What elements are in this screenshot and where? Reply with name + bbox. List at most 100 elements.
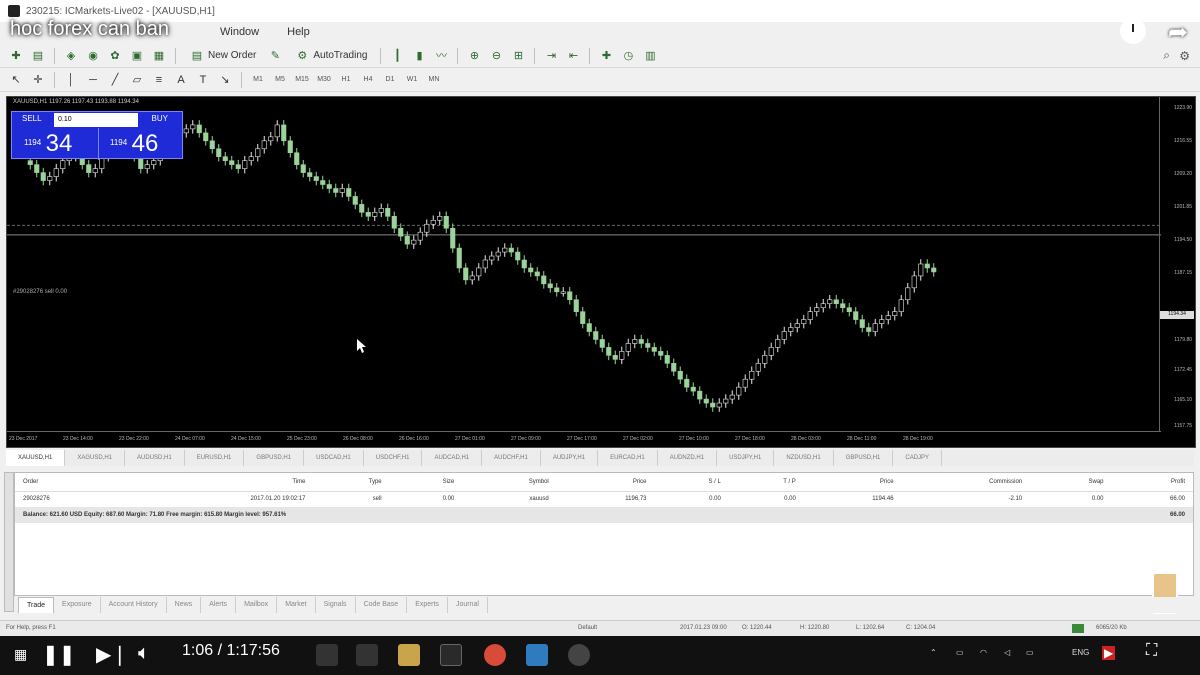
- arrows-icon[interactable]: ↘: [217, 72, 233, 88]
- chart-tab[interactable]: USDCHF,H1: [364, 450, 423, 466]
- column-header[interactable]: Size: [389, 473, 463, 492]
- chart-tab[interactable]: AUDCHF,H1: [482, 450, 541, 466]
- fullscreen-icon[interactable]: ⛶: [1146, 642, 1157, 660]
- chart-shift-icon[interactable]: ⇥: [543, 48, 559, 64]
- period-m30-button[interactable]: M30: [316, 72, 332, 88]
- data-window-icon[interactable]: ◉: [85, 48, 101, 64]
- tray-sound-icon[interactable]: ◁: [1004, 648, 1010, 657]
- profiles-icon[interactable]: ▤: [30, 48, 46, 64]
- watch-later-icon[interactable]: [1120, 18, 1146, 44]
- file-explorer-icon[interactable]: [398, 644, 420, 666]
- tile-windows-icon[interactable]: ⊞: [510, 48, 526, 64]
- tab-experts[interactable]: Experts: [407, 597, 448, 613]
- crosshair-icon[interactable]: ✛: [30, 72, 46, 88]
- tab-market[interactable]: Market: [277, 597, 316, 613]
- text-icon[interactable]: A: [173, 72, 189, 88]
- column-header[interactable]: Price: [803, 473, 902, 492]
- column-header[interactable]: T / P: [728, 473, 804, 492]
- tab-alerts[interactable]: Alerts: [201, 597, 237, 613]
- sell-button[interactable]: 1194 34: [24, 130, 72, 158]
- tab-trade[interactable]: Trade: [18, 597, 55, 613]
- period-m5-button[interactable]: M5: [272, 72, 288, 88]
- chart-tab[interactable]: GBPUSD,H1: [244, 450, 305, 466]
- navigator-icon[interactable]: ✿: [107, 48, 123, 64]
- market-watch-icon[interactable]: ◈: [63, 48, 79, 64]
- period-m15-button[interactable]: M15: [294, 72, 310, 88]
- vertical-line-icon[interactable]: │: [63, 72, 79, 88]
- column-header[interactable]: Symbol: [462, 473, 557, 492]
- pause-icon[interactable]: ❚❚: [42, 642, 76, 667]
- mic-icon[interactable]: [316, 644, 338, 666]
- horizontal-line-icon[interactable]: ─: [85, 72, 101, 88]
- chart-tab[interactable]: NZDUSD,H1: [774, 450, 834, 466]
- chart-tab[interactable]: XAGUSD,H1: [65, 450, 126, 466]
- tray-chevron-icon[interactable]: ⌃: [930, 648, 937, 657]
- order-line-label[interactable]: #29028276 sell 0.00: [13, 289, 67, 295]
- youtube-icon[interactable]: ▶: [1102, 646, 1116, 660]
- chart-tab-xauusd[interactable]: XAUUSD,H1: [6, 450, 66, 466]
- chart-tab[interactable]: AUDCAD,H1: [422, 450, 483, 466]
- price-scale[interactable]: 1223.90 1216.55 1209.20 1201.85 1194.50 …: [1159, 97, 1195, 431]
- chart-tab[interactable]: EURUSD,H1: [185, 450, 245, 466]
- meta-editor-icon[interactable]: ✎: [267, 48, 283, 64]
- browser-icon[interactable]: [568, 644, 590, 666]
- indicators-icon[interactable]: ✚: [598, 48, 614, 64]
- cursor-icon[interactable]: ↖: [8, 72, 24, 88]
- auto-scroll-icon[interactable]: ⇤: [565, 48, 581, 64]
- periods-icon[interactable]: ◷: [620, 48, 636, 64]
- chart-tab[interactable]: USDCAD,H1: [304, 450, 364, 466]
- column-header[interactable]: Order: [15, 473, 128, 492]
- label-icon[interactable]: T: [195, 72, 211, 88]
- tray-language[interactable]: ENG: [1072, 648, 1089, 657]
- chart-tab[interactable]: CADJPY: [893, 450, 943, 466]
- volume-icon[interactable]: 🔈︎: [138, 642, 150, 665]
- period-w1-button[interactable]: W1: [404, 72, 420, 88]
- strategy-tester-icon[interactable]: ▦: [151, 48, 167, 64]
- chart-tab[interactable]: AUDUSD,H1: [125, 450, 185, 466]
- price-chart[interactable]: XAUUSD,H1 1197.26 1197.43 1193.88 1194.3…: [6, 96, 1196, 448]
- tab-code-base[interactable]: Code Base: [356, 597, 408, 613]
- tab-signals[interactable]: Signals: [316, 597, 356, 613]
- column-header[interactable]: Profit: [1111, 473, 1193, 492]
- candlesticks-icon[interactable]: ▮: [411, 48, 427, 64]
- column-header[interactable]: S / L: [654, 473, 729, 492]
- zoom-out-icon[interactable]: ⊖: [488, 48, 504, 64]
- menu-window[interactable]: Window: [220, 26, 259, 38]
- column-header[interactable]: Price: [556, 473, 655, 492]
- new-order-button[interactable]: ▤ New Order: [184, 47, 261, 65]
- period-h4-button[interactable]: H4: [360, 72, 376, 88]
- tray-wifi-icon[interactable]: ◠: [980, 648, 987, 657]
- zoom-in-icon[interactable]: ⊕: [466, 48, 482, 64]
- lot-size-input[interactable]: 0.10: [54, 113, 138, 127]
- tray-battery-icon[interactable]: ▭: [1026, 648, 1034, 657]
- period-m1-button[interactable]: M1: [250, 72, 266, 88]
- chart-tab[interactable]: GBPUSD,H1: [834, 450, 894, 466]
- channel-icon[interactable]: ▱: [129, 72, 145, 88]
- period-d1-button[interactable]: D1: [382, 72, 398, 88]
- next-icon[interactable]: ▶❘: [96, 642, 128, 667]
- column-header[interactable]: Type: [313, 473, 390, 492]
- chrome-icon[interactable]: [484, 644, 506, 666]
- table-row[interactable]: 29028276 2017.01.20 19:02:17 sell 0.00 x…: [15, 491, 1193, 507]
- menu-help[interactable]: Help: [287, 26, 310, 38]
- period-h1-button[interactable]: H1: [338, 72, 354, 88]
- metatrader-icon[interactable]: [440, 644, 462, 666]
- tab-exposure[interactable]: Exposure: [54, 597, 101, 613]
- start-icon[interactable]: ▦: [14, 646, 27, 663]
- settings-icon[interactable]: ⚙: [1179, 49, 1190, 63]
- column-header[interactable]: Swap: [1030, 473, 1112, 492]
- chart-tab[interactable]: EURCAD,H1: [598, 450, 658, 466]
- new-chart-icon[interactable]: ✚: [8, 48, 24, 64]
- fibonacci-icon[interactable]: ≡: [151, 72, 167, 88]
- search-icon[interactable]: ⌕: [1163, 48, 1170, 63]
- bar-chart-icon[interactable]: ┃: [389, 48, 405, 64]
- tab-news[interactable]: News: [167, 597, 202, 613]
- column-header[interactable]: Time: [127, 473, 314, 492]
- chart-tab[interactable]: AUDJPY,H1: [541, 450, 599, 466]
- autotrading-button[interactable]: ⚙ AutoTrading: [289, 47, 372, 65]
- line-chart-icon[interactable]: 〰: [433, 48, 449, 64]
- terminal-side-handle[interactable]: [4, 472, 14, 612]
- chart-tab[interactable]: AUDNZD,H1: [658, 450, 718, 466]
- trendline-icon[interactable]: ╱: [107, 72, 123, 88]
- tab-mailbox[interactable]: Mailbox: [236, 597, 278, 613]
